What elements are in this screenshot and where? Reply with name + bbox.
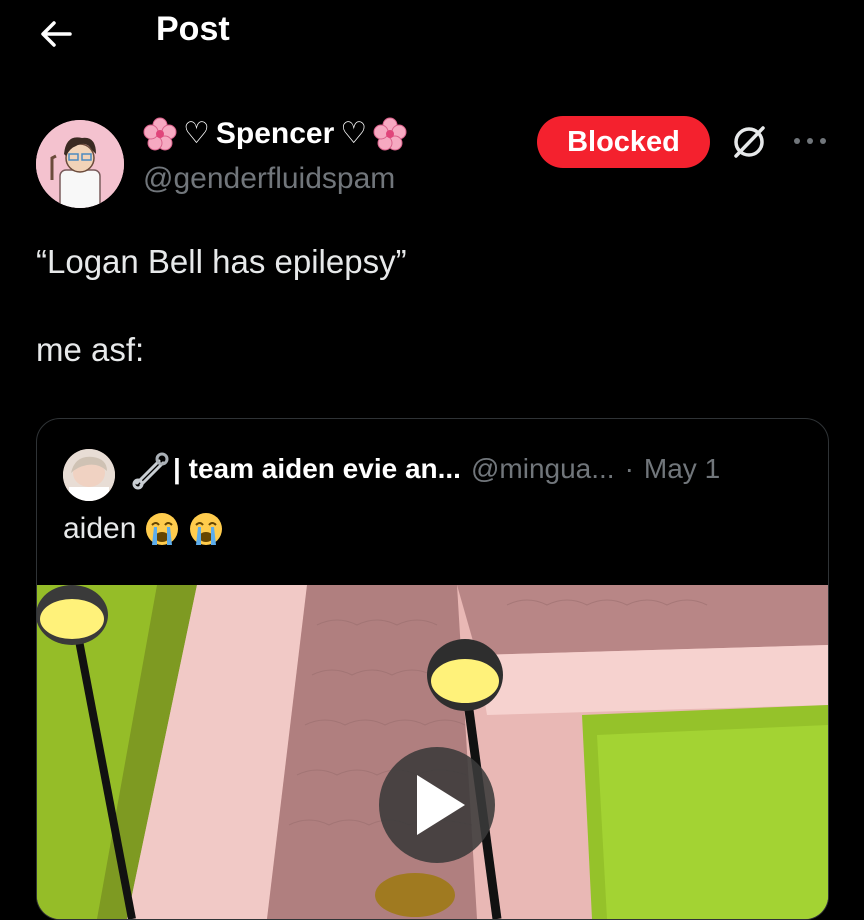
name-decor-right: ♡ <box>340 117 368 150</box>
page-title: Post <box>156 10 230 48</box>
grok-icon[interactable] <box>730 123 768 161</box>
more-icon[interactable] <box>790 130 830 152</box>
crying-face-icon <box>190 513 223 545</box>
crying-face-icon <box>146 513 179 545</box>
quoted-date[interactable]: May 1 <box>644 453 720 485</box>
author-name-row[interactable]: ♡ Spencer ♡ <box>143 116 407 151</box>
quoted-header: | team aiden evie an... @mingua... · May… <box>173 453 720 485</box>
quoted-author-handle[interactable]: @mingua... <box>471 453 615 485</box>
video-thumbnail <box>37 585 828 919</box>
safety-pin-icon <box>132 452 169 490</box>
quoted-text-body: aiden <box>63 512 137 545</box>
top-bar: Post <box>0 0 864 70</box>
author-handle[interactable]: @genderfluidspam <box>143 162 395 196</box>
quoted-author-avatar[interactable] <box>63 449 115 501</box>
blocked-button[interactable]: Blocked <box>537 116 710 168</box>
arrow-left-icon[interactable] <box>36 14 76 54</box>
name-decor-left: ♡ <box>183 117 210 150</box>
author-avatar[interactable] <box>36 120 124 208</box>
author-display-name: Spencer <box>215 116 335 150</box>
quoted-avatar-image <box>63 449 115 501</box>
cherry-blossom-icon <box>373 117 407 150</box>
post-text: “Logan Bell has epilepsy” me asf: <box>36 243 407 368</box>
quoted-text: aiden <box>63 511 224 547</box>
quoted-author-name[interactable]: | team aiden evie an... <box>173 453 461 485</box>
quoted-post[interactable]: | team aiden evie an... @mingua... · May… <box>36 418 829 920</box>
avatar-image <box>36 120 124 208</box>
quoted-video[interactable] <box>37 585 828 919</box>
cherry-blossom-icon <box>143 117 177 150</box>
separator-dot: · <box>624 453 634 484</box>
